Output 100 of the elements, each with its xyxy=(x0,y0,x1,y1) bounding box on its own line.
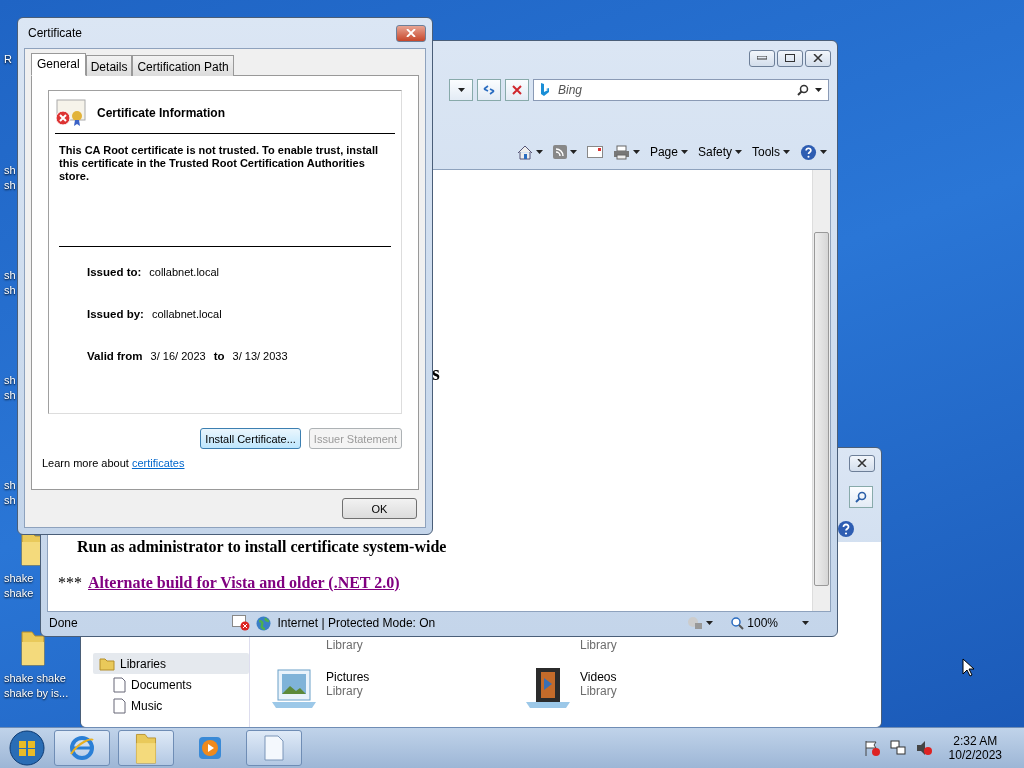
address-dropdown-button[interactable] xyxy=(449,79,473,101)
start-button[interactable] xyxy=(8,729,46,767)
trust-message: This CA Root certificate is not trusted. To enable trust, install this certificate in the Trusted Root Certification Authorities store. xyxy=(59,144,391,247)
caret-icon xyxy=(535,150,543,154)
field-label: Issued by: xyxy=(87,308,144,320)
desktop-icon-label[interactable]: R xyxy=(4,52,12,67)
globe-icon xyxy=(256,615,272,631)
help-icon[interactable] xyxy=(837,520,855,538)
nav-item[interactable]: Music xyxy=(93,695,249,716)
section-heading: Certificate Information xyxy=(97,106,225,120)
window-title: Certificate xyxy=(28,26,84,40)
search-icon xyxy=(855,491,867,503)
library-name[interactable]: Videos xyxy=(580,670,617,684)
field-label: to xyxy=(213,350,225,362)
command-menu[interactable]: Tools xyxy=(752,145,790,159)
feed-icon xyxy=(552,145,567,159)
nav-item[interactable]: Libraries xyxy=(93,653,249,674)
caret-icon xyxy=(783,150,790,154)
desktop-icon-label[interactable]: sh xyxy=(4,478,16,493)
certificates-link[interactable]: certificates xyxy=(131,457,185,469)
blocked-page-icon xyxy=(232,615,251,631)
minimize-icon xyxy=(757,56,767,60)
desktop-icon-label[interactable]: sh xyxy=(4,388,16,403)
desktop-icon-label[interactable]: sh xyxy=(4,268,16,283)
speaker-muted-icon[interactable] xyxy=(914,739,933,757)
close-icon xyxy=(406,29,416,37)
picture-library-icon xyxy=(270,666,318,710)
nav-item[interactable]: Documents xyxy=(93,674,249,695)
taskbar-browser-button[interactable] xyxy=(54,730,110,766)
dialog-button[interactable]: Install Certificate... xyxy=(200,428,301,449)
caret-icon xyxy=(457,88,465,92)
printer-icon xyxy=(612,144,630,160)
close-icon xyxy=(857,459,867,467)
envelope-icon xyxy=(586,146,603,158)
maximize-button[interactable] xyxy=(777,49,803,67)
taskbar-document-button[interactable] xyxy=(246,730,302,766)
desktop-icon-label[interactable]: sh xyxy=(4,493,16,508)
search-field[interactable]: Bing xyxy=(556,82,791,98)
desktop-icon-label[interactable]: shake by is... xyxy=(4,686,69,701)
learn-more-text: Learn more about certificates xyxy=(42,457,186,469)
feeds-button[interactable] xyxy=(552,145,577,159)
clock[interactable]: 2:32 AM 10/2/2023 xyxy=(948,734,1002,762)
desktop-icon-label[interactable]: sh xyxy=(4,373,16,388)
status-text: Done xyxy=(49,616,78,630)
close-button[interactable] xyxy=(849,454,875,472)
desktop-icon-label[interactable]: sh xyxy=(4,163,16,178)
field-label: Valid from xyxy=(87,350,143,362)
network-icon[interactable] xyxy=(888,739,907,757)
download-link[interactable]: Alternate build for Vista and older (.NET 2.0) xyxy=(88,574,400,591)
page-heading: s xyxy=(432,362,441,385)
caret-icon xyxy=(802,621,809,625)
search-bar[interactable]: Bing xyxy=(533,79,829,101)
caret-icon xyxy=(680,150,688,154)
command-menu[interactable]: Page xyxy=(649,145,688,159)
mail-button[interactable] xyxy=(586,146,603,158)
field-value: collabnet.local xyxy=(151,308,222,320)
library-subtitle: Library xyxy=(580,638,617,652)
library-subtitle: Library xyxy=(326,684,364,698)
video-library-icon xyxy=(524,666,572,710)
desktop-icon-label[interactable]: shake shake xyxy=(4,671,66,686)
search-icon[interactable] xyxy=(797,84,809,96)
command-menu[interactable]: Safety xyxy=(697,145,742,159)
field-value: collabnet.local xyxy=(149,266,220,278)
play-icon xyxy=(197,735,223,761)
caret-icon xyxy=(569,150,577,154)
dialog-tab[interactable]: Certification Path xyxy=(132,55,234,76)
dialog-tab[interactable]: Details xyxy=(85,55,133,76)
desktop-icon-label[interactable]: sh xyxy=(4,178,16,193)
caret-icon xyxy=(815,88,822,92)
taskbar-explorer-button[interactable] xyxy=(118,730,174,766)
search-button[interactable] xyxy=(849,486,873,508)
field-label: Issued to: xyxy=(87,266,142,278)
minimize-button[interactable] xyxy=(749,49,775,67)
desktop-icon-label[interactable]: sh xyxy=(4,283,16,298)
desktop-icon-label[interactable]: shake xyxy=(4,571,34,586)
flag-warning-icon[interactable] xyxy=(862,739,881,757)
ok-button[interactable]: OK xyxy=(342,498,417,519)
browser-e-icon xyxy=(68,734,96,762)
field-value: 3/ 16/ 2023 xyxy=(150,350,206,362)
dialog-tab[interactable]: General xyxy=(31,53,86,76)
document-icon xyxy=(113,676,126,693)
security-button[interactable] xyxy=(687,616,714,630)
caret-icon xyxy=(632,150,640,154)
refresh-button[interactable] xyxy=(477,79,501,101)
library-subtitle: Library xyxy=(580,684,617,698)
zoom-button[interactable]: 100% xyxy=(731,616,809,630)
mouse-pointer-icon xyxy=(962,658,974,677)
print-button[interactable] xyxy=(612,144,640,160)
scrollbar[interactable] xyxy=(812,170,830,611)
stop-icon xyxy=(512,85,522,95)
close-button[interactable] xyxy=(805,49,831,67)
help-button[interactable] xyxy=(800,143,827,161)
caret-icon xyxy=(820,150,827,154)
home-button[interactable] xyxy=(516,144,543,160)
library-name[interactable]: Pictures xyxy=(326,670,370,684)
caret-icon xyxy=(706,621,714,625)
stop-button[interactable] xyxy=(505,79,529,101)
desktop-icon-label[interactable]: shake xyxy=(4,586,34,601)
folder-icon xyxy=(18,628,48,667)
security-zone-text: Internet | Protected Mode: On xyxy=(277,616,436,630)
